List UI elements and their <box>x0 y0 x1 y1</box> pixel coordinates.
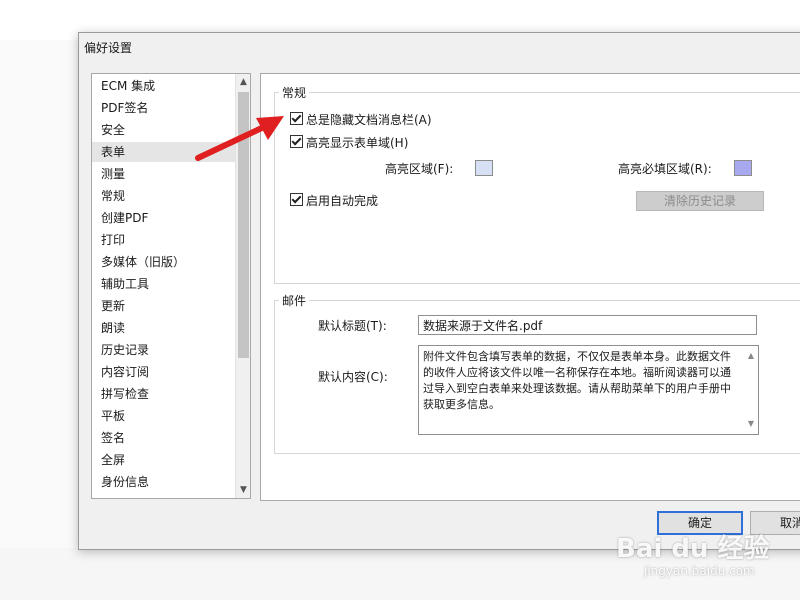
list-item-measure[interactable]: 测量 <box>101 164 125 184</box>
autocomplete-label: 启用自动完成 <box>306 194 379 208</box>
baidu-watermark: Bai du 经验 jingyan.baidu.com <box>610 528 790 584</box>
textarea-scrollbar[interactable]: ▲ ▼ <box>744 346 758 434</box>
preferences-dialog: 偏好设置 ECM 集成 PDF签名 安全 表单 测量 常规 创建PDF 打印 多… <box>78 32 800 550</box>
required-area-color[interactable] <box>734 160 752 176</box>
list-item-tablet[interactable]: 平板 <box>101 406 125 426</box>
list-item-partial[interactable]: ... <box>101 494 112 498</box>
default-title-label: 默认标题(T): <box>318 319 387 333</box>
list-item-subscription[interactable]: 内容订阅 <box>101 362 149 382</box>
chevron-down-icon[interactable]: ▼ <box>236 483 250 497</box>
watermark-brand: Bai du 经验 <box>616 534 770 564</box>
autocomplete-checkbox[interactable] <box>290 193 303 206</box>
list-item-read-aloud[interactable]: 朗读 <box>101 318 125 338</box>
clear-history-button[interactable]: 清除历史记录 <box>636 191 764 211</box>
required-area-label: 高亮必填区域(R): <box>618 162 712 176</box>
list-item-print[interactable]: 打印 <box>101 230 125 250</box>
chevron-up-icon[interactable]: ▲ <box>236 75 250 89</box>
list-item-create-pdf[interactable]: 创建PDF <box>101 208 148 228</box>
list-item-pdf-sign[interactable]: PDF签名 <box>101 98 148 118</box>
chevron-up-icon[interactable]: ▲ <box>744 348 758 364</box>
default-content-textarea[interactable]: 附件文件包含填写表单的数据，不仅仅是表单本身。此数据文件的收件人应将该文件以唯一… <box>418 345 759 435</box>
general-legend: 常规 <box>282 86 307 100</box>
highlight-area-label: 高亮区域(F): <box>385 162 454 176</box>
list-item-security[interactable]: 安全 <box>101 120 125 140</box>
list-item-identity[interactable]: 身份信息 <box>101 472 149 492</box>
list-item-signature[interactable]: 签名 <box>101 428 125 448</box>
dialog-title: 偏好设置 <box>84 41 133 55</box>
highlight-fields-label: 高亮显示表单域(H) <box>306 136 409 150</box>
list-item-updates[interactable]: 更新 <box>101 296 125 316</box>
list-item-ecm[interactable]: ECM 集成 <box>101 76 155 96</box>
list-item-history[interactable]: 历史记录 <box>101 340 149 360</box>
red-arrow-icon <box>195 116 284 161</box>
chevron-down-icon[interactable]: ▼ <box>744 416 758 432</box>
mail-legend: 邮件 <box>282 294 307 308</box>
list-item-multimedia[interactable]: 多媒体（旧版） <box>101 252 185 272</box>
highlight-area-color[interactable] <box>475 160 493 176</box>
list-item-spellcheck[interactable]: 拼写检查 <box>101 384 149 404</box>
default-title-input[interactable]: 数据来源于文件名.pdf <box>418 315 757 335</box>
background-window-left <box>0 40 78 600</box>
forms-settings-panel: 常规 总是隐藏文档消息栏(A) 高亮显示表单域(H) 高亮区域(F): 高亮必填… <box>260 73 800 501</box>
hide-doc-bar-label: 总是隐藏文档消息栏(A) <box>306 113 432 127</box>
list-item-fullscreen[interactable]: 全屏 <box>101 450 125 470</box>
default-content-label: 默认内容(C): <box>318 370 388 384</box>
default-content-text: 附件文件包含填写表单的数据，不仅仅是表单本身。此数据文件的收件人应将该文件以唯一… <box>423 350 731 411</box>
list-item-general[interactable]: 常规 <box>101 186 125 206</box>
list-item-accessibility[interactable]: 辅助工具 <box>101 274 149 294</box>
watermark-url: jingyan.baidu.com <box>644 564 755 578</box>
